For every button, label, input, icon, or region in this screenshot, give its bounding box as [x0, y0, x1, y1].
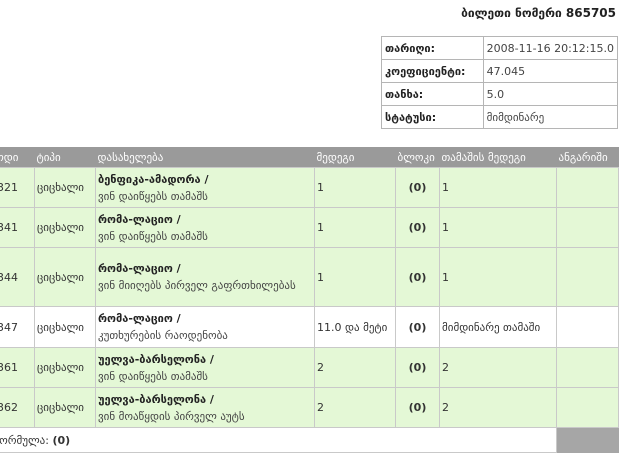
row-type: ციცხალი: [34, 306, 96, 348]
ticket-info-table: თარიღი: 2008-11-16 20:12:15.0 კოეფიციენტ…: [381, 36, 619, 129]
row-block: (0): [395, 167, 440, 208]
header-block: ბლოკი: [395, 147, 440, 168]
header-score: ანგარიში: [556, 147, 619, 168]
row-odds: 1: [314, 247, 396, 307]
info-label: სტატუსი:: [381, 105, 484, 129]
formula-row: ფორმულა: (0): [0, 427, 619, 453]
bets-table: კოდი ტიპი დასახელება მედეგი ბლოკი თამაში…: [0, 147, 619, 453]
info-value: 2008-11-16 20:12:15.0: [482, 36, 619, 60]
row-type: ციცხალი: [34, 207, 96, 248]
row-score: [556, 387, 619, 428]
row-type: ციცხალი: [34, 387, 96, 428]
row-description: რომა-ლაციო / კუთხურების რაოდენობა: [95, 306, 315, 348]
row-type: ციცხალი: [34, 247, 96, 307]
table-row: 8321 ციცხალი ბენფიკა-ამადორა / ვინ დაიწყე…: [0, 167, 619, 208]
row-block: (0): [395, 247, 440, 307]
row-block: (0): [395, 347, 440, 388]
row-code: 8347: [0, 306, 35, 348]
row-score: [556, 167, 619, 208]
info-label: თარიღი:: [381, 36, 484, 60]
header-name: დასახელება: [95, 147, 315, 168]
table-row: 8361 ციცხალი უელვა-ბარსელონა / ვინ დაიწყე…: [0, 347, 619, 388]
info-row-coefficient: კოეფიციენტი: 47.045: [381, 59, 619, 83]
info-value: 5.0: [482, 82, 619, 106]
row-match: რომა-ლაციო /: [98, 212, 181, 226]
info-row-date: თარიღი: 2008-11-16 20:12:15.0: [381, 36, 619, 60]
row-code: 8341: [0, 207, 35, 248]
info-label: კოეფიციენტი:: [381, 59, 484, 83]
row-description: უელვა-ბარსელონა / ვინ მოაწყდის პირველ აუტ…: [95, 387, 315, 428]
header-type: ტიპი: [34, 147, 96, 168]
ticket-title: ბილეთი ნომერი 865705: [461, 6, 616, 20]
row-code: 8362: [0, 387, 35, 428]
table-header-row: კოდი ტიპი დასახელება მედეგი ბლოკი თამაში…: [0, 147, 619, 168]
row-score: [556, 306, 619, 348]
row-block: (0): [395, 387, 440, 428]
row-match: ბენფიკა-ამადორა /: [98, 172, 209, 186]
row-description: რომა-ლაციო / ვინ დაიწყებს თამაშს: [95, 207, 315, 248]
row-bet: ვინ დაიწყებს თამაშს: [98, 229, 208, 243]
table-row: 8341 ციცხალი რომა-ლაციო / ვინ დაიწყებს თა…: [0, 207, 619, 248]
row-odds: 1: [314, 167, 396, 208]
row-score: [556, 247, 619, 307]
row-result: 1: [439, 247, 557, 307]
table-row: 8347 ციცხალი რომა-ლაციო / კუთხურების რაოდ…: [0, 306, 619, 348]
row-match: რომა-ლაციო /: [98, 262, 181, 275]
row-result: 2: [439, 387, 557, 428]
info-value: 47.045: [482, 59, 619, 83]
header-result: თამაშის მედეგი: [439, 147, 557, 168]
table-row: 8344 ციცხალი რომა-ლაციო / ვინ მიიღებს პირ…: [0, 247, 619, 307]
row-block: (0): [395, 306, 440, 348]
row-type: ციცხალი: [34, 347, 96, 388]
formula-filler: [556, 427, 619, 453]
row-match: რომა-ლაციო /: [98, 312, 181, 325]
row-type: ციცხალი: [34, 167, 96, 208]
row-bet: ვინ დაიწყებს თამაშს: [98, 369, 208, 383]
row-code: 8361: [0, 347, 35, 388]
info-row-status: სტატუსი: მიმდინარე: [381, 105, 619, 129]
row-description: რომა-ლაციო / ვინ მიიღებს პირველ გაფრთხილე…: [95, 247, 315, 307]
formula-label: ფორმულა:: [0, 433, 49, 447]
row-result: 1: [439, 207, 557, 248]
info-label: თანხა:: [381, 82, 484, 106]
formula-value: (0): [52, 433, 71, 447]
row-match: უელვა-ბარსელონა /: [98, 352, 214, 366]
row-result: 1: [439, 167, 557, 208]
table-row: 8362 ციცხალი უელვა-ბარსელონა / ვინ მოაწყდ…: [0, 387, 619, 428]
row-bet: ვინ დაიწყებს თამაშს: [98, 189, 208, 203]
row-odds: 2: [314, 347, 396, 388]
row-bet: ვინ მოაწყდის პირველ აუტს: [98, 409, 245, 423]
row-odds: 2: [314, 387, 396, 428]
row-score: [556, 207, 619, 248]
header-odds: მედეგი: [314, 147, 396, 168]
row-code: 8321: [0, 167, 35, 208]
row-description: უელვა-ბარსელონა / ვინ დაიწყებს თამაშს: [95, 347, 315, 388]
row-score: [556, 347, 619, 388]
row-result: მიმდინარე თამაში: [439, 306, 557, 348]
formula-cell: ფორმულა: (0): [0, 427, 557, 453]
row-bet: კუთხურების რაოდენობა: [98, 329, 228, 342]
info-row-amount: თანხა: 5.0: [381, 82, 619, 106]
row-match: უელვა-ბარსელონა /: [98, 392, 214, 406]
row-odds: 1: [314, 207, 396, 248]
info-value: მიმდინარე: [482, 105, 619, 129]
row-block: (0): [395, 207, 440, 248]
row-bet: ვინ მიიღებს პირველ გაფრთხილებას: [98, 279, 296, 292]
row-result: 2: [439, 347, 557, 388]
row-odds: 11.0 და მეტი: [314, 306, 396, 348]
row-description: ბენფიკა-ამადორა / ვინ დაიწყებს თამაშს: [95, 167, 315, 208]
row-code: 8344: [0, 247, 35, 307]
header-code: კოდი: [0, 147, 35, 168]
